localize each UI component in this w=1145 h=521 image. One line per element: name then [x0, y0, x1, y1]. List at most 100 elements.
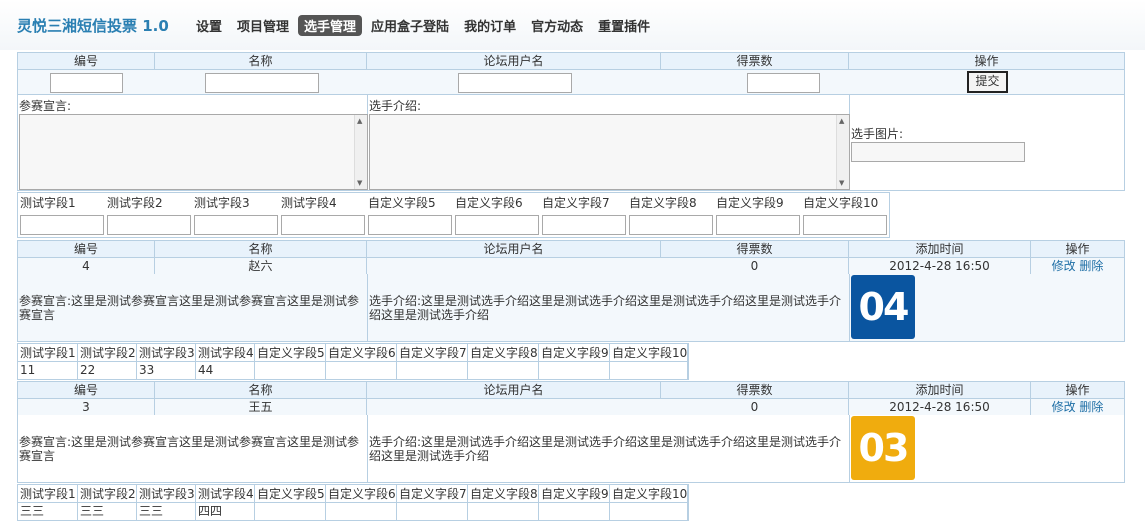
record-declaration: 参赛宣言:这里是测试参赛宣言这里是测试参赛宣言这里是测试参赛宣言	[19, 294, 360, 322]
list-header-row: 编号 名称 论坛用户名 得票数 添加时间 操作	[17, 240, 1125, 258]
table-row: 3 王五 0 2012-4-28 16:50 修改 删除	[17, 398, 1125, 416]
field-header: 测试字段4	[196, 344, 255, 362]
field-label: 测试字段3	[194, 196, 250, 210]
field-value	[397, 362, 468, 379]
main-nav: 设置 项目管理 选手管理 应用盒子登陆 我的订单 官方动态 重置插件	[190, 15, 659, 36]
record-votes: 0	[661, 258, 849, 274]
nav-contestants[interactable]: 选手管理	[298, 15, 363, 36]
field-label: 自定义字段8	[629, 196, 697, 210]
col-votes: 得票数	[661, 382, 849, 398]
col-action: 操作	[1065, 242, 1090, 256]
record-intro: 选手介绍:这里是测试选手介绍这里是测试选手介绍这里是测试选手介绍这里是测试选手介…	[369, 435, 842, 463]
record-detail-row: 参赛宣言:这里是测试参赛宣言这里是测试参赛宣言这里是测试参赛宣言 选手介绍:这里…	[17, 274, 1125, 342]
field-input[interactable]	[20, 215, 104, 235]
field-input[interactable]	[368, 215, 452, 235]
id-input[interactable]	[50, 73, 123, 93]
name-input[interactable]	[205, 73, 319, 93]
textarea-scrollbar[interactable]	[836, 115, 849, 189]
field-header: 自定义字段10	[610, 485, 688, 503]
field-label: 自定义字段6	[455, 196, 523, 210]
col-name: 名称	[155, 241, 367, 257]
edit-link[interactable]: 修改	[1052, 400, 1076, 414]
col-id: 编号	[18, 53, 155, 69]
col-added-time: 添加时间	[849, 382, 1031, 398]
photo-input[interactable]	[851, 142, 1025, 162]
record-fields-table: 测试字段1 三三 测试字段2 三三 测试字段3 三三 测试字段4 四四 自定义字段5 自定义字段6…	[17, 484, 689, 521]
field-header: 测试字段2	[78, 485, 137, 503]
col-added-time: 添加时间	[849, 241, 1031, 257]
field-input[interactable]	[281, 215, 365, 235]
field-value	[255, 362, 326, 379]
field-input[interactable]	[542, 215, 626, 235]
nav-news[interactable]: 官方动态	[525, 15, 589, 36]
col-action: 操作	[974, 54, 999, 68]
record-fields-table: 测试字段1 11 测试字段2 22 测试字段3 33 测试字段4 44 自定义字段5 自定义字段6…	[17, 343, 689, 380]
declaration-textarea[interactable]	[19, 114, 368, 190]
col-forum-user: 论坛用户名	[367, 53, 661, 69]
record-intro: 选手介绍:这里是测试选手介绍这里是测试选手介绍这里是测试选手介绍这里是测试选手介…	[369, 294, 842, 322]
list-header-row: 编号 名称 论坛用户名 得票数 添加时间 操作	[17, 381, 1125, 399]
field-label: 自定义字段7	[542, 196, 610, 210]
record-actions: 修改 删除	[1031, 258, 1124, 274]
record-id: 3	[18, 399, 155, 415]
nav-app-box-login[interactable]: 应用盒子登陆	[365, 15, 455, 36]
declaration-label: 参赛宣言:	[19, 99, 72, 113]
field-label: 测试字段1	[20, 196, 76, 210]
field-label: 自定义字段10	[803, 196, 879, 210]
record-name: 赵六	[155, 258, 367, 274]
form-fields-table: 测试字段1 测试字段2 测试字段3 测试字段4 自定义字段5 自定义字段6 自定义字段7 自定…	[17, 192, 890, 238]
submit-button[interactable]: 提交	[967, 71, 1008, 93]
col-forum-user: 论坛用户名	[367, 241, 661, 257]
nav-projects[interactable]: 项目管理	[231, 15, 295, 36]
col-id: 编号	[18, 241, 155, 257]
field-label: 测试字段4	[281, 196, 337, 210]
field-value: 44	[196, 362, 255, 379]
contestant-photo: 04	[851, 275, 915, 339]
record-declaration: 参赛宣言:这里是测试参赛宣言这里是测试参赛宣言这里是测试参赛宣言	[19, 435, 360, 463]
record-detail-row: 参赛宣言:这里是测试参赛宣言这里是测试参赛宣言这里是测试参赛宣言 选手介绍:这里…	[17, 415, 1125, 483]
field-value: 11	[18, 362, 78, 379]
record-added-time: 2012-4-28 16:50	[849, 258, 1031, 274]
delete-link[interactable]: 删除	[1079, 400, 1103, 414]
field-header: 测试字段1	[18, 344, 78, 362]
nav-reset-plugin[interactable]: 重置插件	[592, 15, 656, 36]
field-label: 自定义字段9	[716, 196, 784, 210]
field-input[interactable]	[455, 215, 539, 235]
votes-input[interactable]	[747, 73, 820, 93]
col-name: 名称	[155, 382, 367, 398]
col-action: 操作	[1065, 383, 1090, 397]
intro-textarea[interactable]	[369, 114, 850, 190]
field-header: 自定义字段9	[539, 485, 610, 503]
app-title: 灵悦三湘短信投票 1.0	[17, 17, 169, 35]
field-header: 自定义字段5	[255, 344, 326, 362]
field-value	[610, 362, 688, 379]
field-input[interactable]	[803, 215, 887, 235]
form-text-row: 参赛宣言: 选手介绍: 选手图片:	[17, 94, 1125, 191]
field-header: 测试字段4	[196, 485, 255, 503]
field-header: 自定义字段7	[397, 485, 468, 503]
col-votes: 得票数	[661, 53, 849, 69]
edit-link[interactable]: 修改	[1052, 259, 1076, 273]
col-name: 名称	[155, 53, 367, 69]
forum-user-input[interactable]	[458, 73, 572, 93]
field-header: 自定义字段6	[326, 485, 397, 503]
form-header-row: 编号 名称 论坛用户名 得票数 操作	[17, 52, 1125, 70]
delete-link[interactable]: 删除	[1079, 259, 1103, 273]
field-value: 33	[137, 362, 196, 379]
field-header: 测试字段2	[78, 344, 137, 362]
nav-settings[interactable]: 设置	[190, 15, 228, 36]
field-input[interactable]	[716, 215, 800, 235]
field-value	[468, 362, 539, 379]
photo-label: 选手图片:	[851, 127, 904, 141]
field-header: 自定义字段8	[468, 485, 539, 503]
field-input[interactable]	[629, 215, 713, 235]
record-name: 王五	[155, 399, 367, 415]
field-label: 自定义字段5	[368, 196, 436, 210]
contestant-photo: 03	[851, 416, 915, 480]
field-input[interactable]	[107, 215, 191, 235]
textarea-scrollbar[interactable]	[354, 115, 367, 189]
nav-orders[interactable]: 我的订单	[458, 15, 522, 36]
field-label: 测试字段2	[107, 196, 163, 210]
field-input[interactable]	[194, 215, 278, 235]
field-value	[539, 362, 610, 379]
